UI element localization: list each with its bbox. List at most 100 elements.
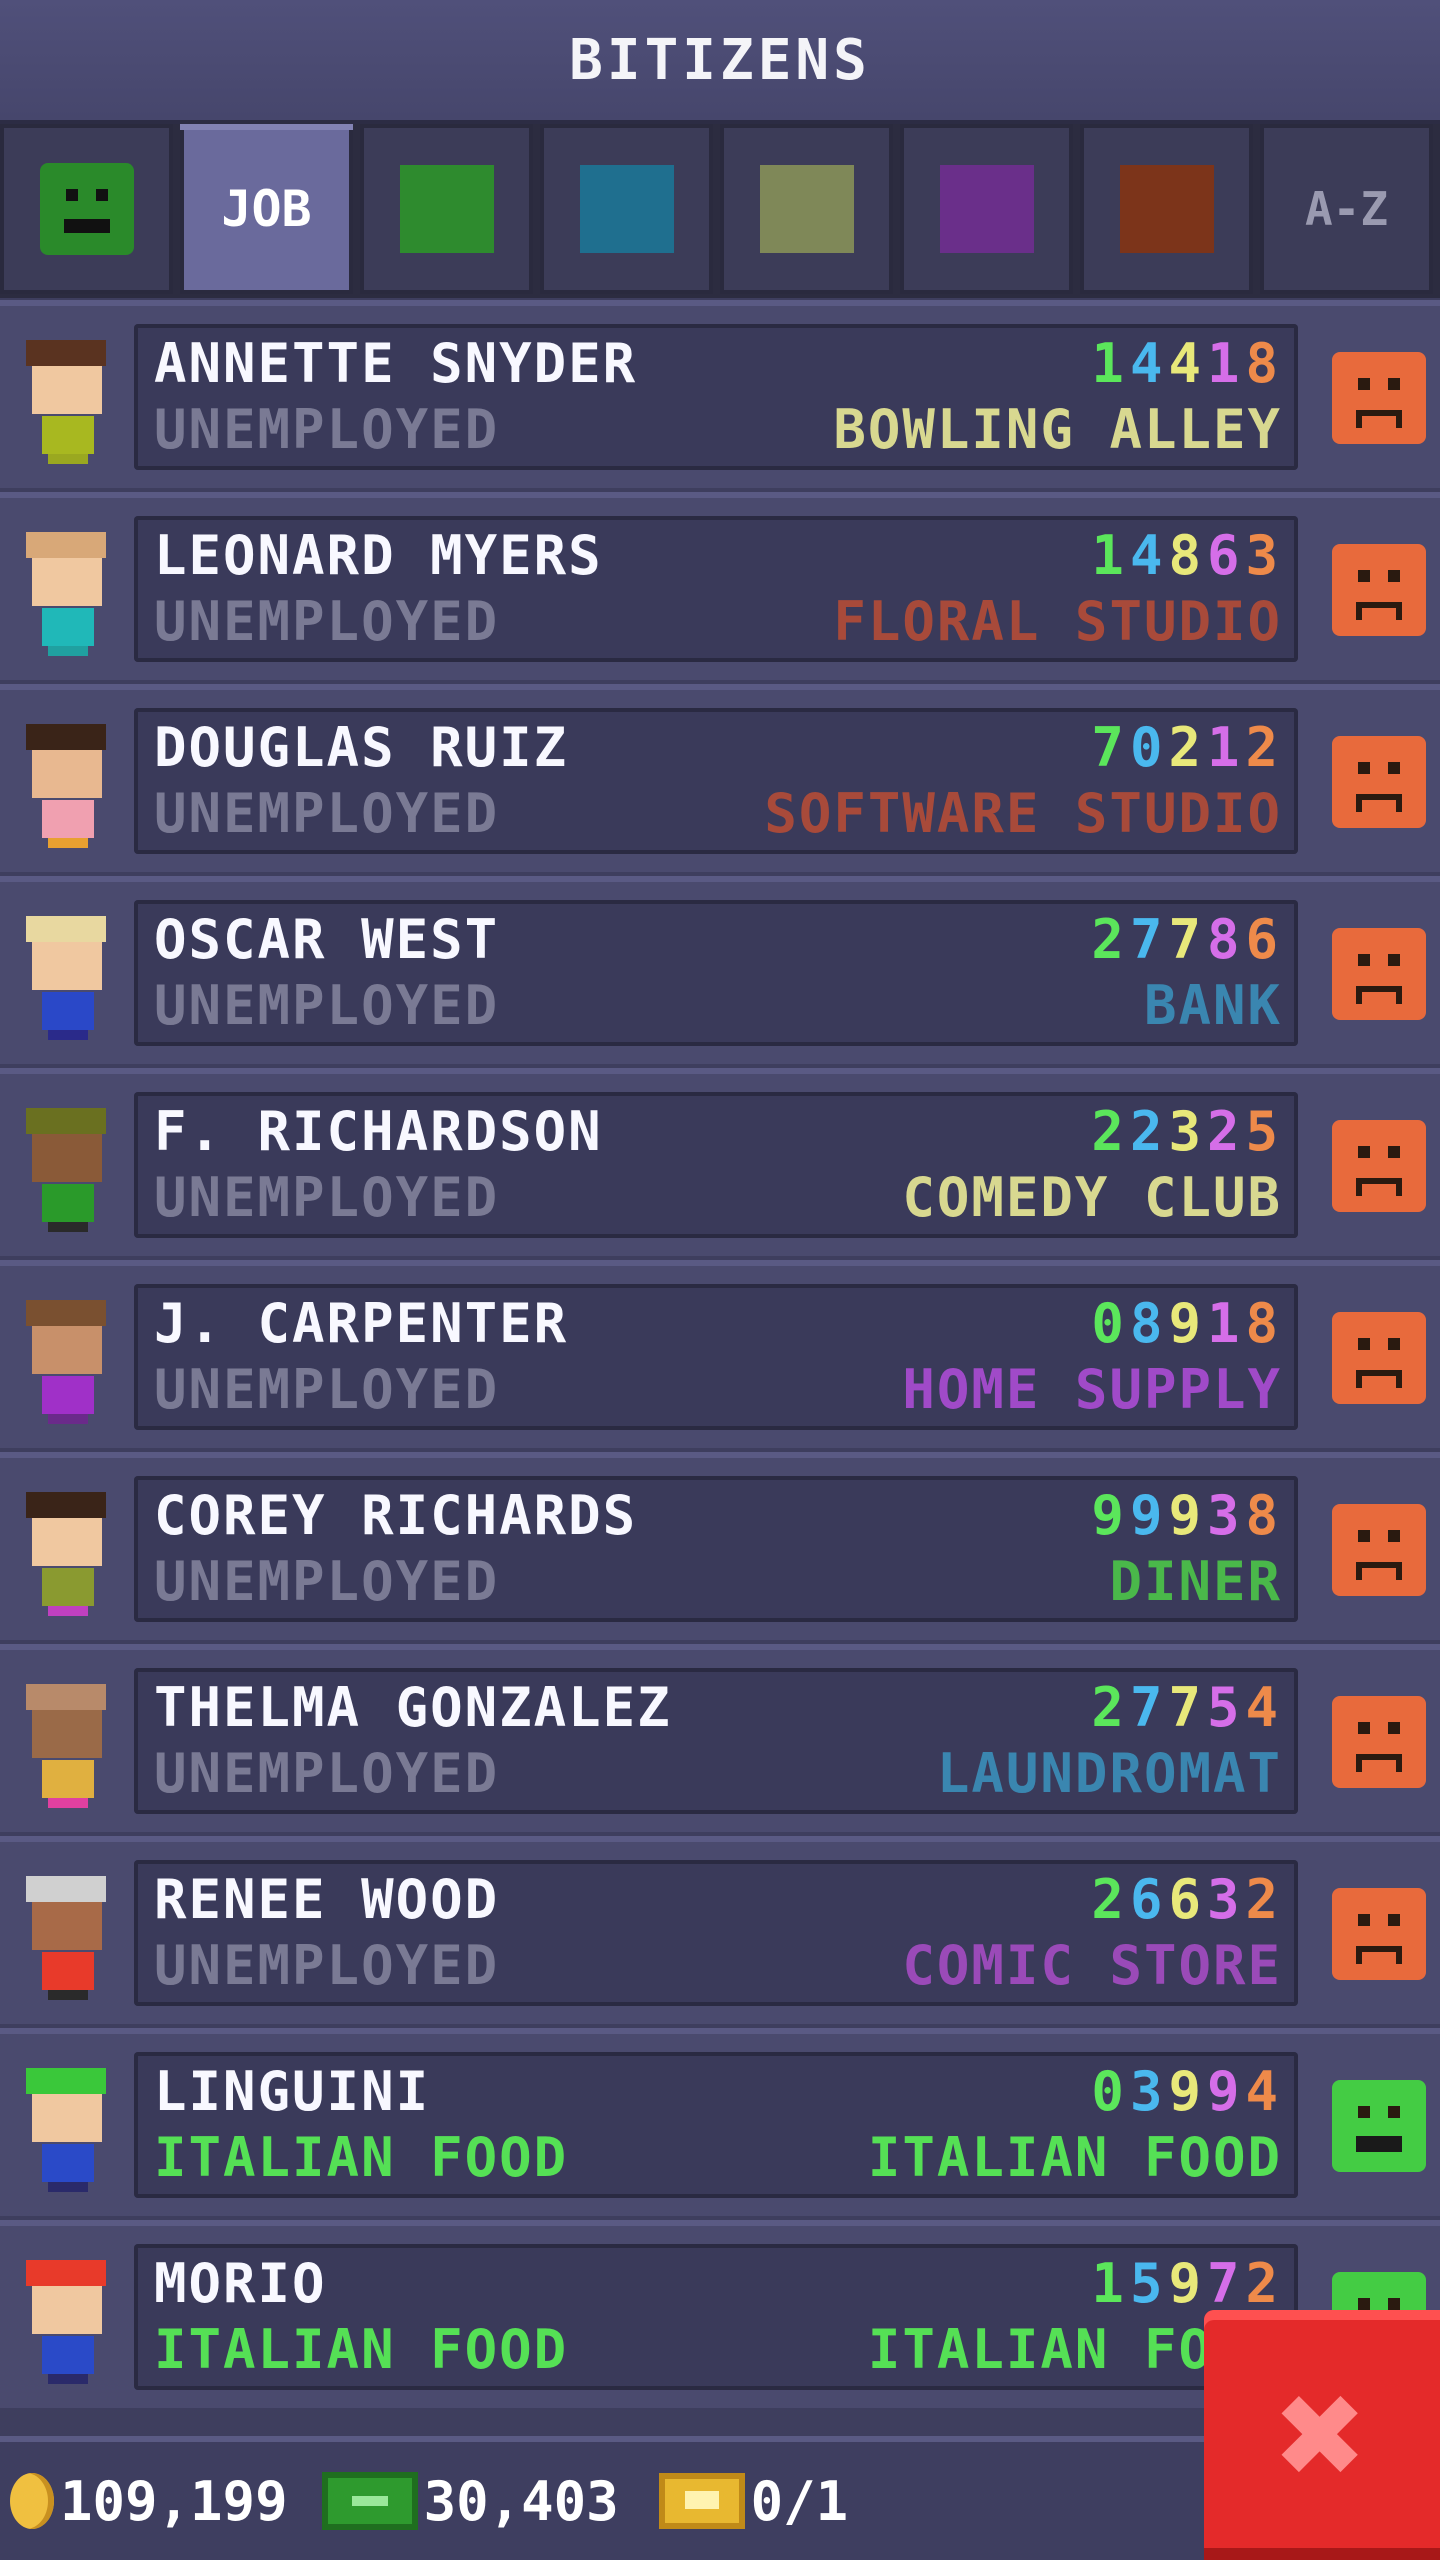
resident-digit: 8 [1245, 1292, 1284, 1355]
mood-indicator [1332, 1696, 1426, 1788]
resident-name: F. RICHARDSON [154, 1100, 603, 1163]
resident-card[interactable]: DOUGLAS RUIZ UNEMPLOYED 70212 SOFTWARE S… [134, 708, 1298, 854]
mood-indicator [1332, 2080, 1426, 2172]
resident-digit: 2 [1206, 1100, 1246, 1163]
tab-job[interactable]: JOB [180, 124, 353, 294]
resident-current-job: UNEMPLOYED [154, 1550, 500, 1613]
close-button[interactable]: ✖ [1204, 2310, 1440, 2560]
resident-digit: 7 [1129, 908, 1169, 971]
bitizen-avatar[interactable] [18, 720, 114, 850]
resident-digit: 7 [1206, 2252, 1246, 2315]
close-icon: ✖ [1276, 2348, 1368, 2522]
mood-indicator [1332, 544, 1426, 636]
resident-skill-digits: 08918 [1091, 1292, 1284, 1355]
mood-indicator [1332, 1312, 1426, 1404]
resident-digit: 4 [1129, 524, 1169, 587]
resident-row[interactable]: RENEE WOOD UNEMPLOYED 26632 COMIC STORE [0, 1836, 1440, 2024]
resident-name: DOUGLAS RUIZ [154, 716, 569, 779]
resident-skill-digits: 14418 [1091, 332, 1284, 395]
bitizen-avatar[interactable] [18, 336, 114, 466]
resident-row[interactable]: J. CARPENTER UNEMPLOYED 08918 HOME SUPPL… [0, 1260, 1440, 1448]
resident-current-job: UNEMPLOYED [154, 974, 500, 1037]
resident-current-job: UNEMPLOYED [154, 1742, 500, 1805]
bitizen-avatar[interactable] [18, 1488, 114, 1618]
resident-row[interactable]: LINGUINI ITALIAN FOOD 03994 ITALIAN FOOD [0, 2028, 1440, 2216]
bitizen-avatar[interactable] [18, 1872, 114, 2002]
resident-digit: 8 [1245, 332, 1284, 395]
resident-digit: 2 [1245, 2252, 1284, 2315]
happy-face-icon [1332, 2080, 1426, 2172]
resident-row[interactable]: ANNETTE SNYDER UNEMPLOYED 14418 BOWLING … [0, 300, 1440, 488]
resident-name: ANNETTE SNYDER [154, 332, 638, 395]
resident-current-job: UNEMPLOYED [154, 782, 500, 845]
bitizen-avatar[interactable] [18, 528, 114, 658]
resident-digit: 4 [1168, 332, 1207, 395]
green-swatch-icon [399, 165, 494, 253]
bitizen-avatar[interactable] [18, 1104, 114, 1234]
resident-digit: 2 [1245, 716, 1284, 779]
tab-a-z[interactable]: A-Z [1260, 124, 1433, 294]
tab-purple[interactable] [900, 124, 1073, 294]
resident-card[interactable]: F. RICHARDSON UNEMPLOYED 22325 COMEDY CL… [134, 1092, 1298, 1238]
resident-skill-digits: 26632 [1091, 1868, 1284, 1931]
resident-digit: 4 [1245, 2060, 1284, 2123]
coin-icon [10, 2473, 54, 2529]
mood-indicator [1332, 1504, 1426, 1596]
resident-digit: 7 [1168, 1676, 1207, 1739]
resident-row[interactable]: DOUGLAS RUIZ UNEMPLOYED 70212 SOFTWARE S… [0, 684, 1440, 872]
resident-digit: 2 [1091, 1100, 1130, 1163]
resident-current-job: ITALIAN FOOD [154, 2126, 569, 2189]
resident-card[interactable]: RENEE WOOD UNEMPLOYED 26632 COMIC STORE [134, 1860, 1298, 2006]
sad-face-icon [1332, 1888, 1426, 1980]
bux-count: 30,403 [423, 2469, 619, 2533]
resident-name: J. CARPENTER [154, 1292, 569, 1355]
bitizen-avatar[interactable] [18, 912, 114, 1042]
resident-row[interactable]: OSCAR WEST UNEMPLOYED 27786 BANK [0, 876, 1440, 1064]
resident-row[interactable]: F. RICHARDSON UNEMPLOYED 22325 COMEDY CL… [0, 1068, 1440, 1256]
tab-mood[interactable] [0, 124, 173, 294]
resident-digit: 4 [1129, 332, 1169, 395]
resident-dream-job: COMEDY CLUB [902, 1166, 1282, 1229]
bitizen-avatar[interactable] [18, 2064, 114, 2194]
resident-card[interactable]: ANNETTE SNYDER UNEMPLOYED 14418 BOWLING … [134, 324, 1298, 470]
resident-row[interactable]: THELMA GONZALEZ UNEMPLOYED 27754 LAUNDRO… [0, 1644, 1440, 1832]
bitizen-avatar[interactable] [18, 1296, 114, 1426]
resident-digit: 1 [1091, 524, 1130, 587]
resident-card[interactable]: OSCAR WEST UNEMPLOYED 27786 BANK [134, 900, 1298, 1046]
resident-dream-job: DINER [1109, 1550, 1282, 1613]
resident-digit: 9 [1168, 2252, 1207, 2315]
resident-dream-job: COMIC STORE [902, 1934, 1282, 1997]
filter-tabs: JOB A-Z [0, 124, 1440, 298]
resident-row[interactable]: COREY RICHARDS UNEMPLOYED 99938 DINER [0, 1452, 1440, 1640]
resident-card[interactable]: COREY RICHARDS UNEMPLOYED 99938 DINER [134, 1476, 1298, 1622]
resident-digit: 9 [1168, 1484, 1207, 1547]
tab-brown[interactable] [1080, 124, 1253, 294]
resident-dream-job: ITALIAN FOOD [867, 2126, 1282, 2189]
ticket-icon [658, 2473, 745, 2529]
resident-card[interactable]: J. CARPENTER UNEMPLOYED 08918 HOME SUPPL… [134, 1284, 1298, 1430]
resident-digit: 7 [1168, 908, 1207, 971]
bitizen-avatar[interactable] [18, 1680, 114, 1810]
resident-digit: 9 [1168, 2060, 1207, 2123]
resident-digit: 2 [1129, 1100, 1169, 1163]
tab-a-z-label: A-Z [1304, 182, 1389, 236]
resident-digit: 8 [1245, 1484, 1284, 1547]
resident-row[interactable]: LEONARD MYERS UNEMPLOYED 14863 FLORAL ST… [0, 492, 1440, 680]
resident-digit: 1 [1091, 2252, 1130, 2315]
resident-card[interactable]: LINGUINI ITALIAN FOOD 03994 ITALIAN FOOD [134, 2052, 1298, 2198]
sad-face-icon [1332, 544, 1426, 636]
tab-green[interactable] [360, 124, 533, 294]
resident-digit: 1 [1206, 716, 1246, 779]
resident-card[interactable]: LEONARD MYERS UNEMPLOYED 14863 FLORAL ST… [134, 516, 1298, 662]
resident-digit: 7 [1129, 1676, 1169, 1739]
sad-face-icon [1332, 1504, 1426, 1596]
resident-card[interactable]: THELMA GONZALEZ UNEMPLOYED 27754 LAUNDRO… [134, 1668, 1298, 1814]
tab-blue[interactable] [540, 124, 713, 294]
resident-name: RENEE WOOD [154, 1868, 500, 1931]
bitizen-avatar[interactable] [18, 2256, 114, 2386]
resident-digit: 9 [1206, 2060, 1246, 2123]
resident-dream-job: LAUNDROMAT [936, 1742, 1282, 1805]
tab-olive[interactable] [720, 124, 893, 294]
resident-digit: 1 [1206, 332, 1246, 395]
resident-card[interactable]: MORIO ITALIAN FOOD 15972 ITALIAN FOOD [134, 2244, 1298, 2390]
